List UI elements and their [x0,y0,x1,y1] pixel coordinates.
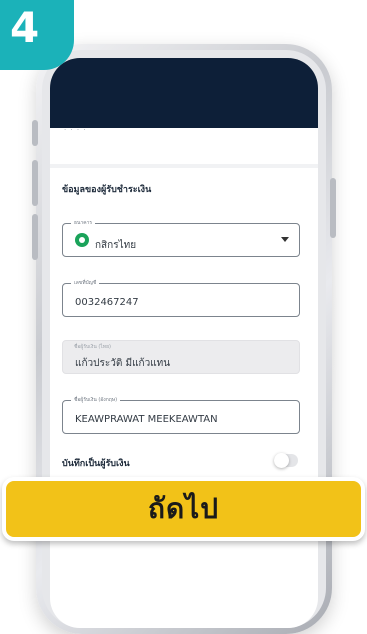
section-title: ข้อมูลของผู้รับชำระเงิน [62,185,152,195]
payee-name-th-value: แก้วประวัติ มีแก้วแทน [75,358,171,369]
phone-side-button [32,160,38,206]
bank-select[interactable]: ธนาคาร กสิกรไทย [62,219,300,257]
payee-name-en-field[interactable]: ชื่อผู้รับเงิน (อังกฤษ) KEAWPRAWAT MEEKE… [62,396,300,434]
step-number: 4 [10,3,40,52]
phone-screen: · · · · ข้อมูลของผู้รับชำระเงิน ธนาคาร ก… [50,58,318,628]
bank-select-label: ธนาคาร [71,219,96,227]
payee-name-en-value: KEAWPRAWAT MEEKEAWTAN [75,414,218,425]
phone-side-button [32,120,38,146]
subheader-text: · · · · [64,126,87,134]
next-button[interactable]: ถัดไป [2,477,365,541]
app-header [50,58,318,128]
save-payee-label: บันทึกเป็นผู้รับเงิน [62,459,130,469]
phone-power-button [330,178,336,238]
account-number-field[interactable]: เลขที่บัญชี 0032467247 [62,279,300,317]
step-badge: 4 [0,0,74,70]
bank-select-value: กสิกรไทย [95,240,137,251]
payee-name-th-field: ชื่อผู้รับเงิน (ไทย) แก้วประวัติ มีแก้วแ… [62,340,300,374]
dropdown-arrow-icon [281,237,289,242]
account-number-value: 0032467247 [75,297,139,308]
payee-name-en-label: ชื่อผู้รับเงิน (อังกฤษ) [71,396,121,404]
bank-logo-icon [75,233,89,247]
account-number-label: เลขที่บัญชี [71,279,100,287]
payee-name-th-label: ชื่อผู้รับเงิน (ไทย) [74,344,111,350]
toggle-knob [274,453,289,468]
phone-side-button [32,214,38,260]
app-subheader [50,128,318,168]
save-payee-toggle[interactable] [274,453,298,468]
next-button-label: ถัดไป [148,492,219,525]
